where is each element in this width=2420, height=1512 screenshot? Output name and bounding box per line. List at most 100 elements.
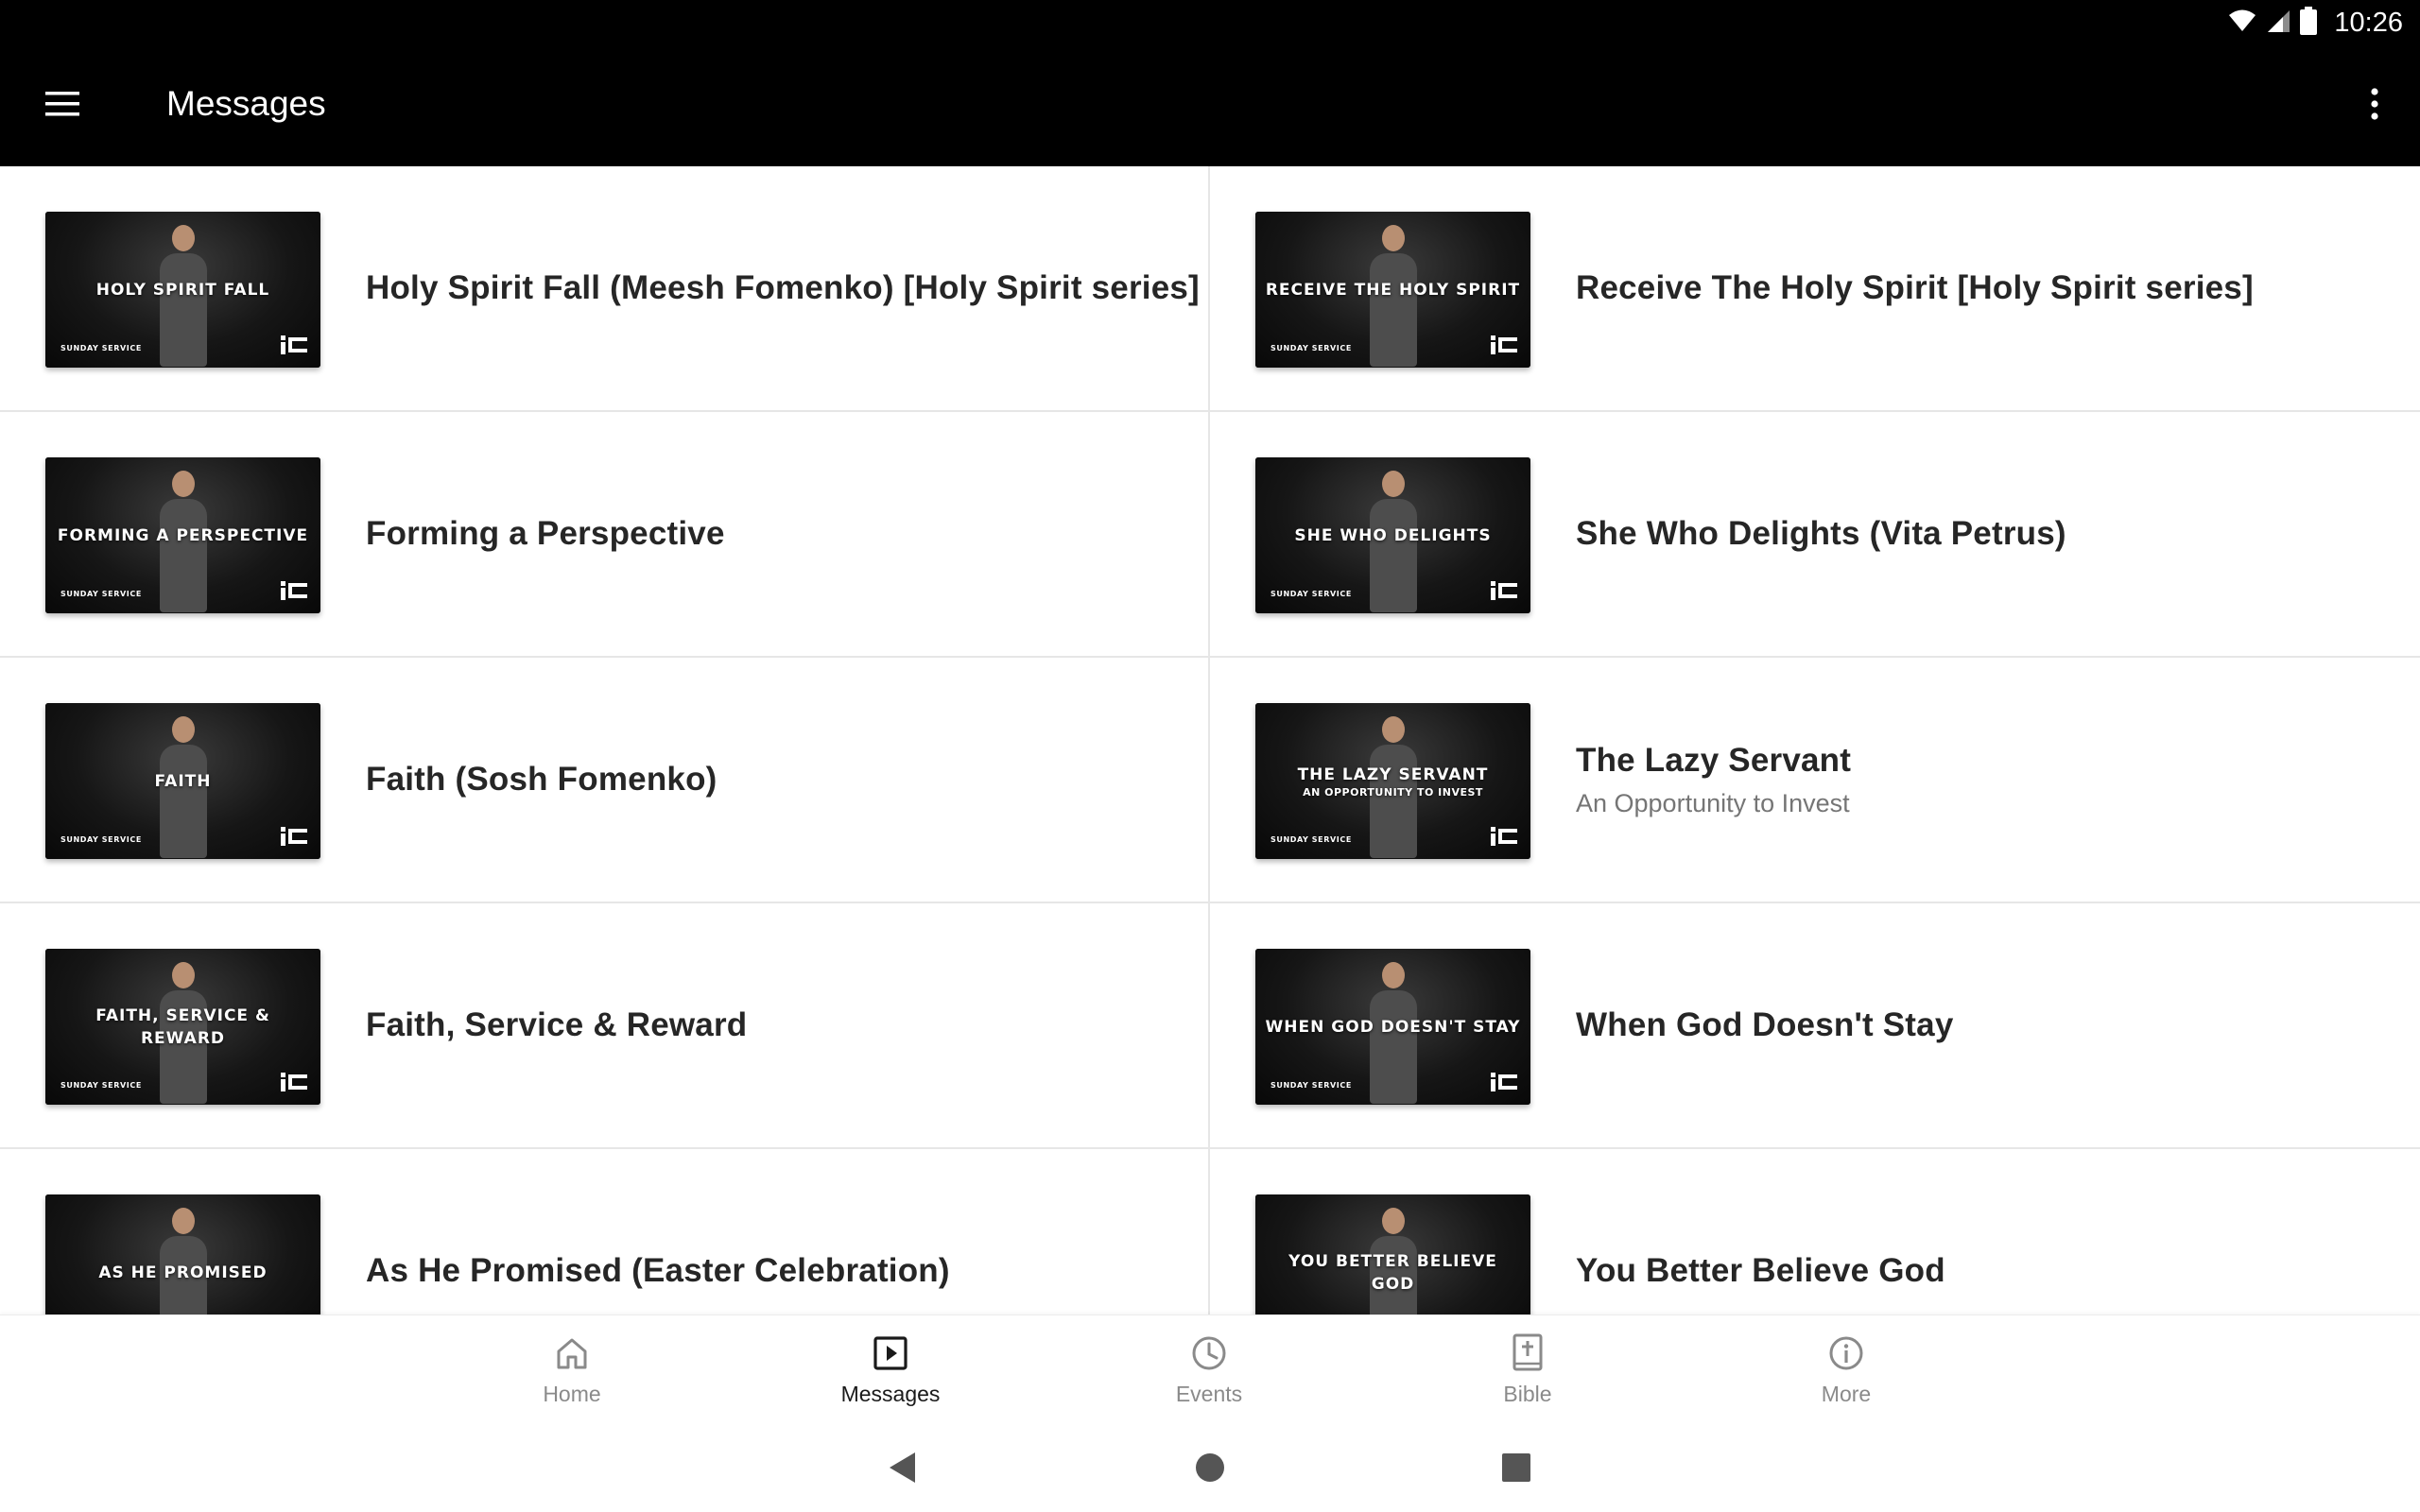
page-title: Messages (166, 84, 326, 123)
nav-bible[interactable]: Bible (1433, 1332, 1622, 1418)
church-logo-icon (1491, 827, 1519, 846)
status-time: 10:26 (2334, 8, 2403, 38)
home-system-button[interactable] (1187, 1447, 1233, 1492)
status-icons: 10:26 (2228, 0, 2403, 46)
thumbnail-title: FORMING A PERSPECTIVE (57, 525, 309, 545)
battery-icon (2300, 7, 2318, 40)
thumbnail-title-block: AS HE PROMISED (45, 1194, 320, 1314)
message-title: When God Doesn't Stay (1576, 1006, 1954, 1043)
church-logo-icon (281, 827, 309, 846)
church-logo-icon (1491, 335, 1519, 354)
messages-grid: HOLY SPIRIT FALL SUNDAY SERVICE Holy Spiri… (0, 166, 2420, 1314)
bottom-navigation: Home Messages Events Bible More (0, 1314, 2420, 1428)
message-item[interactable]: AS HE PROMISED As He Promised (Easter Cel… (0, 1149, 1210, 1314)
message-title: Forming a Perspective (366, 515, 725, 552)
thumbnail-title: HOLY SPIRIT FALL (95, 280, 270, 300)
menu-icon (43, 90, 81, 123)
app-bar: Messages (0, 46, 2420, 166)
wifi-icon (2228, 9, 2256, 38)
message-item[interactable]: FAITH, SERVICE & REWARD SUNDAY SERVICE Fai… (0, 903, 1210, 1149)
message-title: As He Promised (Easter Celebration) (366, 1252, 950, 1289)
message-text: Holy Spirit Fall (Meesh Fomenko) [Holy S… (366, 166, 1200, 410)
thumbnail-title: WHEN GOD DOESN'T STAY (1265, 1017, 1521, 1037)
message-item[interactable]: FAITH SUNDAY SERVICE Faith (Sosh Fomenko) (0, 658, 1210, 903)
message-text: When God Doesn't Stay (1576, 903, 2382, 1147)
thumbnail-title: FAITH (154, 771, 212, 791)
message-title: Faith, Service & Reward (366, 1006, 748, 1043)
message-title: Holy Spirit Fall (Meesh Fomenko) [Holy S… (366, 269, 1200, 306)
message-thumbnail: AS HE PROMISED (45, 1194, 320, 1314)
nav-events-label: Events (1175, 1382, 1243, 1406)
message-thumbnail: RECEIVE THE HOLY SPIRIT SUNDAY SERVICE (1255, 212, 1530, 368)
thumbnail-caption: SUNDAY SERVICE (60, 1081, 142, 1090)
message-text: You Better Believe God (1576, 1149, 2382, 1314)
message-thumbnail: FAITH SUNDAY SERVICE (45, 703, 320, 859)
messages-list[interactable]: HOLY SPIRIT FALL SUNDAY SERVICE Holy Spiri… (0, 166, 2420, 1314)
message-thumbnail: SHE WHO DELIGHTS SUNDAY SERVICE (1255, 457, 1530, 613)
message-text: As He Promised (Easter Celebration) (366, 1149, 1170, 1314)
nav-messages-label: Messages (840, 1382, 941, 1406)
message-text: She Who Delights (Vita Petrus) (1576, 412, 2382, 656)
play-box-icon (870, 1332, 911, 1374)
back-icon (887, 1451, 919, 1489)
message-title: You Better Believe God (1576, 1252, 1945, 1289)
back-button[interactable] (880, 1447, 925, 1492)
nav-messages[interactable]: Messages (796, 1332, 985, 1418)
church-logo-icon (1491, 1073, 1519, 1091)
nav-more[interactable]: More (1752, 1332, 1941, 1418)
recents-icon (1501, 1452, 1531, 1487)
message-thumbnail: FAITH, SERVICE & REWARD SUNDAY SERVICE (45, 949, 320, 1105)
thumbnail-title: SHE WHO DELIGHTS (1294, 525, 1492, 545)
recents-button[interactable] (1494, 1447, 1539, 1492)
message-thumbnail: HOLY SPIRIT FALL SUNDAY SERVICE (45, 212, 320, 368)
message-item[interactable]: WHEN GOD DOESN'T STAY SUNDAY SERVICE When … (1210, 903, 2420, 1149)
bible-icon (1507, 1332, 1548, 1374)
message-item[interactable]: HOLY SPIRIT FALL SUNDAY SERVICE Holy Spiri… (0, 166, 1210, 412)
thumbnail-title: THE LAZY SERVANT (1297, 765, 1489, 784)
message-text: Faith, Service & Reward (366, 903, 1170, 1147)
thumbnail-title: YOU BETTER BELIEVE GOD (1288, 1251, 1497, 1294)
thumbnail-title-block: YOU BETTER BELIEVE GOD (1255, 1194, 1530, 1314)
message-title: Receive The Holy Spirit [Holy Spirit ser… (1576, 269, 2254, 306)
thumbnail-title: FAITH, SERVICE & REWARD (95, 1005, 270, 1048)
message-item[interactable]: FORMING A PERSPECTIVE SUNDAY SERVICE Formi… (0, 412, 1210, 658)
info-icon (1825, 1332, 1867, 1374)
message-title: The Lazy Servant (1576, 741, 1852, 779)
thumbnail-title: AS HE PROMISED (98, 1263, 268, 1282)
thumbnail-caption: SUNDAY SERVICE (60, 590, 142, 598)
message-item[interactable]: THE LAZY SERVANT AN OPPORTUNITY TO INVEST… (1210, 658, 2420, 903)
message-item[interactable]: RECEIVE THE HOLY SPIRIT SUNDAY SERVICE Rec… (1210, 166, 2420, 412)
more-vert-icon (2370, 87, 2379, 125)
message-thumbnail: THE LAZY SERVANT AN OPPORTUNITY TO INVEST… (1255, 703, 1530, 859)
overflow-menu-button[interactable] (2350, 81, 2399, 130)
message-text: Forming a Perspective (366, 412, 1170, 656)
thumbnail-caption: SUNDAY SERVICE (1270, 590, 1352, 598)
message-text: The Lazy Servant An Opportunity to Invest (1576, 658, 2382, 902)
system-navigation (0, 1428, 2420, 1512)
nav-bible-label: Bible (1503, 1382, 1552, 1406)
message-title: She Who Delights (Vita Petrus) (1576, 515, 2066, 552)
thumbnail-caption: SUNDAY SERVICE (1270, 1081, 1352, 1090)
nav-home[interactable]: Home (477, 1332, 666, 1418)
message-item[interactable]: YOU BETTER BELIEVE GOD You Better Believe… (1210, 1149, 2420, 1314)
thumbnail-caption: SUNDAY SERVICE (1270, 344, 1352, 352)
message-thumbnail: WHEN GOD DOESN'T STAY SUNDAY SERVICE (1255, 949, 1530, 1105)
message-item[interactable]: SHE WHO DELIGHTS SUNDAY SERVICE She Who De… (1210, 412, 2420, 658)
nav-events[interactable]: Events (1115, 1332, 1304, 1418)
message-thumbnail: FORMING A PERSPECTIVE SUNDAY SERVICE (45, 457, 320, 613)
church-logo-icon (281, 335, 309, 354)
thumbnail-caption: SUNDAY SERVICE (60, 344, 142, 352)
thumbnail-title: RECEIVE THE HOLY SPIRIT (1265, 280, 1521, 300)
thumbnail-caption: SUNDAY SERVICE (1270, 835, 1352, 844)
thumbnail-caption: SUNDAY SERVICE (60, 835, 142, 844)
thumbnail-subtitle: AN OPPORTUNITY TO INVEST (1303, 785, 1483, 799)
message-text: Faith (Sosh Fomenko) (366, 658, 1170, 902)
church-logo-icon (1491, 581, 1519, 600)
message-subtitle: An Opportunity to Invest (1576, 788, 1850, 817)
menu-button[interactable] (38, 81, 87, 130)
home-icon (551, 1332, 593, 1374)
message-text: Receive The Holy Spirit [Holy Spirit ser… (1576, 166, 2382, 410)
signal-icon (2266, 9, 2290, 38)
nav-more-label: More (1821, 1382, 1872, 1406)
nav-home-label: Home (543, 1382, 601, 1406)
